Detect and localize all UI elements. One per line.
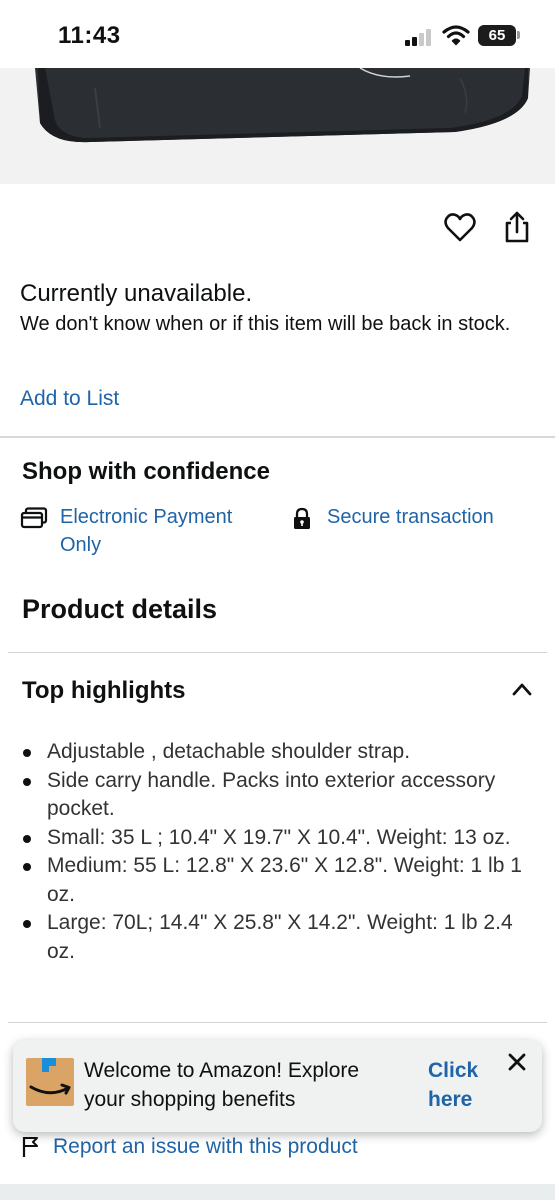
highlight-item: Large: 70L; 14.4" X 25.8" X 14.2". Weigh…: [23, 909, 542, 966]
heart-icon[interactable]: [443, 211, 477, 245]
chevron-up-icon[interactable]: [510, 680, 534, 698]
battery-tip: [517, 31, 520, 39]
shop-confidence-title: Shop with confidence: [22, 458, 271, 485]
electronic-payment-link[interactable]: Electronic Payment Only: [60, 503, 260, 559]
add-to-list-link[interactable]: Add to List: [20, 387, 119, 411]
highlight-item: Medium: 55 L: 12.8" X 23.6" X 12.8". Wei…: [23, 852, 542, 909]
highlight-item: Adjustable , detachable shoulder strap.: [23, 738, 542, 767]
highlight-item: Small: 35 L ; 10.4" X 19.7" X 10.4". Wei…: [23, 824, 542, 853]
status-bar: 11:43 65: [0, 0, 555, 68]
welcome-banner[interactable]: Welcome to Amazon! Explore your shopping…: [13, 1040, 542, 1132]
lock-icon: [294, 507, 310, 529]
footer-strip: [0, 1184, 555, 1200]
share-icon[interactable]: [500, 210, 534, 244]
banner-message: Welcome to Amazon! Explore your shopping…: [84, 1059, 360, 1111]
close-icon[interactable]: [505, 1050, 529, 1074]
top-highlights-title[interactable]: Top highlights: [22, 677, 186, 705]
status-time: 11:43: [58, 22, 121, 49]
product-details-title: Product details: [22, 594, 218, 624]
report-issue-link[interactable]: Report an issue with this product: [53, 1133, 358, 1161]
secure-transaction-link[interactable]: Secure transaction: [327, 503, 547, 531]
section-divider: [0, 436, 555, 438]
credit-card-icon: [20, 507, 48, 529]
availability-title: Currently unavailable.: [20, 280, 253, 307]
amazon-box-icon: [26, 1058, 74, 1106]
details-divider: [8, 652, 547, 653]
availability-message: We don't know when or if this item will …: [20, 313, 511, 335]
highlights-list: Adjustable , detachable shoulder strap. …: [23, 738, 542, 966]
wifi-icon: [442, 25, 470, 46]
highlights-divider: [8, 1022, 547, 1023]
flag-icon: [22, 1137, 38, 1157]
highlight-item: Side carry handle. Packs into exterior a…: [23, 767, 542, 824]
product-image[interactable]: [0, 68, 555, 184]
availability-block: Currently unavailable. We don't know whe…: [20, 279, 540, 338]
banner-click-here-link[interactable]: Click here: [428, 1056, 498, 1114]
cellular-signal-icon: [405, 28, 435, 46]
bag-image: [35, 68, 530, 143]
battery-icon: 65: [478, 25, 516, 46]
